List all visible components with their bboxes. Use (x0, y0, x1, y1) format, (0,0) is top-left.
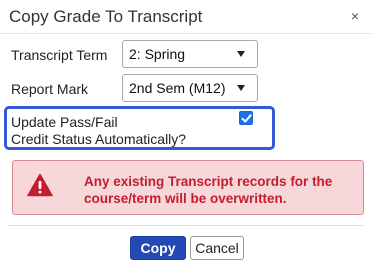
transcript-term-value: 2: Spring (129, 46, 186, 62)
cancel-button[interactable]: Cancel (190, 236, 244, 260)
warning-triangle-icon (27, 173, 53, 197)
copy-button[interactable]: Copy (130, 236, 186, 260)
chevron-down-icon (237, 85, 245, 91)
report-mark-label: Report Mark (11, 81, 89, 97)
report-mark-select[interactable]: 2nd Sem (M12) (122, 74, 258, 102)
alert-message-line2: course/term will be overwritten. (84, 191, 287, 206)
checkmark-icon (241, 114, 252, 123)
pass-fail-label-line2: Credit Status Automatically? (11, 131, 187, 147)
pass-fail-label: Update Pass/Fail Credit Status Automatic… (11, 114, 236, 148)
pass-fail-label-line1: Update Pass/Fail (11, 114, 118, 130)
copy-grade-dialog: Copy Grade To Transcript × Transcript Te… (0, 0, 371, 277)
alert-message-line1: Any existing Transcript records for the (84, 174, 333, 189)
transcript-term-label: Transcript Term (11, 47, 108, 63)
chevron-down-icon (237, 51, 245, 57)
alert-message: Any existing Transcript records for the … (84, 173, 354, 207)
close-icon[interactable]: × (347, 7, 363, 25)
dialog-titlebar: Copy Grade To Transcript × (0, 0, 371, 34)
report-mark-value: 2nd Sem (M12) (129, 80, 226, 96)
transcript-term-select[interactable]: 2: Spring (122, 40, 258, 68)
pass-fail-checkbox[interactable] (239, 111, 253, 125)
dialog-title: Copy Grade To Transcript (9, 7, 203, 26)
footer-divider (8, 225, 364, 226)
overwrite-warning-alert: Any existing Transcript records for the … (12, 160, 364, 215)
